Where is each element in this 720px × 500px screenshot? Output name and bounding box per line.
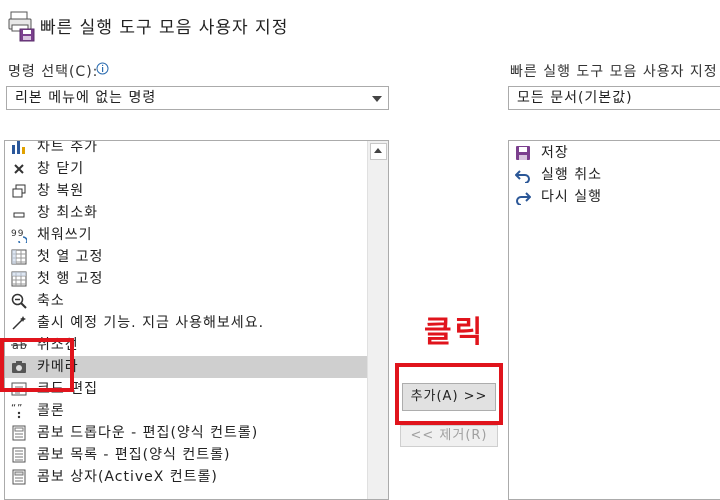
colon-icon: “” bbox=[11, 403, 27, 419]
add-button[interactable]: 추가(A) >> bbox=[402, 383, 496, 411]
command-list-item[interactable]: 축소 bbox=[5, 290, 368, 312]
combo-list-icon bbox=[11, 447, 27, 463]
command-list-item[interactable]: 첫 행 고정 bbox=[5, 268, 368, 290]
command-list-item[interactable]: 창 복원 bbox=[5, 180, 368, 202]
chevron-down-icon[interactable] bbox=[372, 96, 382, 102]
command-list-item-label: 창 복원 bbox=[37, 183, 85, 199]
chart-icon bbox=[11, 141, 27, 155]
dialog-title: 빠른 실행 도구 모음 사용자 지정 bbox=[40, 18, 289, 38]
freeze-row-icon bbox=[11, 271, 27, 287]
command-list-item[interactable]: 콤보 상자(ActiveX 컨트롤) bbox=[5, 466, 368, 488]
command-source-value: 리본 메뉴에 없는 명령 bbox=[15, 90, 157, 106]
qat-list-item-label: 다시 실행 bbox=[541, 189, 602, 205]
scroll-up-button[interactable] bbox=[370, 143, 387, 160]
command-list-item[interactable]: 창 닫기 bbox=[5, 158, 368, 180]
commands-list[interactable]: 차트 추가창 닫기창 복원창 최소화 99 채워쓰기첫 열 고정첫 행 고정축소출시… bbox=[4, 140, 389, 500]
command-list-item-label: 콤보 드롭다운 - 편집(양식 컨트롤) bbox=[37, 425, 259, 441]
combo-dropdown-icon bbox=[11, 425, 27, 441]
command-list-item-label: 창 닫기 bbox=[37, 161, 85, 177]
qat-list-item[interactable]: 실행 취소 bbox=[509, 164, 720, 186]
qat-list-item-label: 저장 bbox=[541, 145, 569, 161]
combo-box-icon bbox=[11, 469, 27, 485]
wand-icon bbox=[11, 315, 27, 331]
command-list-item[interactable]: 콤보 드롭다운 - 편집(양식 컨트롤) bbox=[5, 422, 368, 444]
command-list-item-label: 차트 추가 bbox=[37, 140, 98, 155]
command-list-item-label: 채워쓰기 bbox=[37, 227, 93, 243]
save-icon bbox=[515, 145, 531, 161]
redo-icon bbox=[515, 189, 532, 206]
commands-list-scrollbar[interactable] bbox=[367, 141, 388, 499]
restore-window-icon bbox=[11, 183, 27, 199]
command-list-item-label: 창 최소화 bbox=[37, 205, 98, 221]
highlight-box-camera bbox=[0, 338, 74, 392]
command-list-item-label: 출시 예정 기능. 지금 사용해보세요. bbox=[37, 315, 265, 331]
overtype-icon: 99 bbox=[11, 227, 28, 246]
command-list-item-label: 첫 열 고정 bbox=[37, 249, 104, 265]
command-list-item[interactable]: 콤보 목록 - 편집(양식 컨트롤) bbox=[5, 444, 368, 466]
command-list-item[interactable]: 차트 추가 bbox=[5, 140, 368, 158]
svg-text:99: 99 bbox=[11, 229, 24, 239]
command-choose-label: 명령 선택(C): bbox=[8, 64, 99, 80]
command-list-item-label: 첫 행 고정 bbox=[37, 271, 104, 287]
info-icon[interactable] bbox=[96, 60, 109, 75]
window-icon bbox=[8, 10, 36, 42]
command-list-item-label: 콜론 bbox=[37, 403, 65, 419]
freeze-column-icon bbox=[11, 249, 27, 265]
command-list-item[interactable]: 첫 열 고정 bbox=[5, 246, 368, 268]
add-button-label: 추가(A) >> bbox=[410, 389, 488, 404]
svg-text:“”: “” bbox=[11, 403, 23, 414]
command-list-item-label: 콤보 목록 - 편집(양식 컨트롤) bbox=[37, 447, 231, 463]
command-list-item[interactable]: 출시 예정 기능. 지금 사용해보세요. bbox=[5, 312, 368, 334]
close-icon bbox=[11, 161, 27, 177]
minimize-icon bbox=[11, 205, 27, 221]
command-list-item[interactable]: 99 채워쓰기 bbox=[5, 224, 368, 246]
document-scope-value: 모든 문서(기본값) bbox=[517, 90, 633, 106]
qat-list-item-label: 실행 취소 bbox=[541, 167, 602, 183]
command-source-dropdown[interactable]: 리본 메뉴에 없는 명령 bbox=[6, 86, 389, 110]
zoom-out-icon bbox=[11, 293, 27, 309]
qat-list-item[interactable]: 저장 bbox=[509, 142, 720, 164]
command-list-item-label: 축소 bbox=[37, 293, 65, 309]
command-list-item[interactable]: 창 최소화 bbox=[5, 202, 368, 224]
qat-list-item[interactable]: 다시 실행 bbox=[509, 186, 720, 208]
remove-button[interactable]: << 제거(R) bbox=[400, 425, 498, 447]
undo-icon bbox=[514, 167, 531, 184]
customize-qat-label: 빠른 실행 도구 모음 사용자 지정 bbox=[510, 64, 718, 80]
qat-commands-list[interactable]: 저장실행 취소다시 실행 bbox=[508, 140, 720, 500]
command-list-item[interactable]: “” 콜론 bbox=[5, 400, 368, 422]
document-scope-dropdown[interactable]: 모든 문서(기본값) bbox=[508, 86, 720, 110]
click-annotation: 클릭 bbox=[424, 315, 486, 350]
remove-button-label: << 제거(R) bbox=[410, 428, 488, 443]
command-list-item-label: 콤보 상자(ActiveX 컨트롤) bbox=[37, 469, 218, 485]
